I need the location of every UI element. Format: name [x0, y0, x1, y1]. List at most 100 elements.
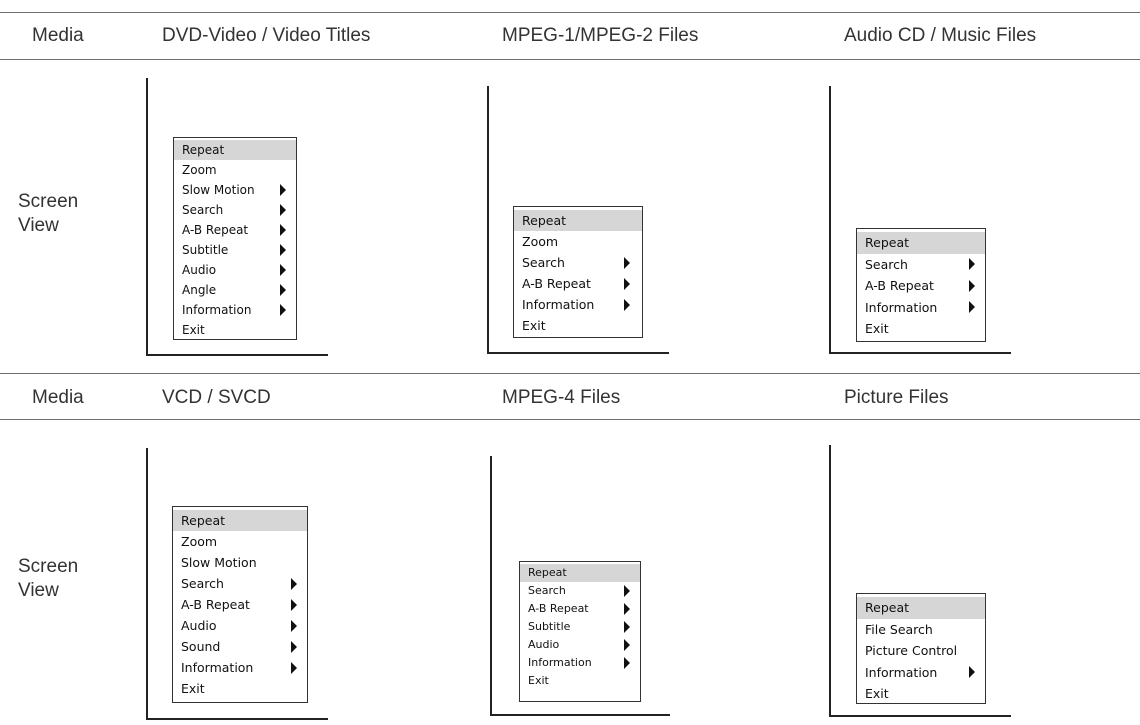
submenu-arrow-icon: [969, 258, 975, 271]
menu-item-slow-motion[interactable]: Slow Motion: [174, 180, 296, 200]
menu-item-label: A-B Repeat: [181, 597, 250, 612]
menu-item-label: Slow Motion: [182, 183, 255, 197]
menu-item-audio[interactable]: Audio: [174, 260, 296, 280]
menu-item-information[interactable]: Information: [174, 300, 296, 320]
menu-item-repeat[interactable]: Repeat: [514, 210, 642, 231]
menu-item-label: Subtitle: [528, 620, 571, 633]
menu-item-label: Search: [528, 584, 566, 597]
menu-item-label: Zoom: [181, 534, 218, 549]
menu-item-label: Angle: [182, 283, 217, 297]
menu-item-audio[interactable]: Audio: [173, 615, 307, 636]
submenu-arrow-icon: [969, 279, 975, 292]
screen-view-text: Screen View: [18, 191, 79, 236]
menu-item-angle[interactable]: Angle: [174, 280, 296, 300]
osd-menu-audio-cd: Repeat Search A-B Repeat Information Exit: [856, 228, 986, 342]
menu-item-search[interactable]: Search: [514, 252, 642, 273]
menu-item-subtitle[interactable]: Subtitle: [520, 618, 640, 636]
menu-item-subtitle[interactable]: Subtitle: [174, 240, 296, 260]
menu-item-label: Slow Motion: [181, 555, 257, 570]
menu-item-repeat[interactable]: Repeat: [174, 140, 296, 160]
menu-item-search[interactable]: Search: [174, 200, 296, 220]
screen-view-label: Screen View: [18, 190, 108, 238]
submenu-arrow-icon: [291, 577, 297, 590]
submenu-arrow-icon: [280, 264, 286, 276]
menu-item-a-b-repeat[interactable]: A-B Repeat: [174, 220, 296, 240]
submenu-arrow-icon: [291, 598, 297, 611]
submenu-arrow-icon: [280, 224, 286, 236]
menu-item-slow-motion[interactable]: Slow Motion: [173, 552, 307, 573]
menu-item-label: Audio: [528, 638, 560, 651]
menu-item-information[interactable]: Information: [173, 657, 307, 678]
menu-item-repeat[interactable]: Repeat: [857, 597, 985, 619]
submenu-arrow-icon: [291, 619, 297, 632]
menu-item-zoom[interactable]: Zoom: [174, 160, 296, 180]
menu-item-information[interactable]: Information: [514, 294, 642, 315]
menu-item-label: Repeat: [528, 566, 567, 579]
menu-item-information[interactable]: Information: [857, 297, 985, 319]
submenu-arrow-icon: [624, 621, 630, 633]
submenu-arrow-icon: [280, 244, 286, 256]
menu-item-repeat[interactable]: Repeat: [173, 510, 307, 531]
submenu-arrow-icon: [969, 666, 975, 679]
menu-item-exit[interactable]: Exit: [173, 678, 307, 699]
menu-item-exit[interactable]: Exit: [174, 320, 296, 340]
submenu-arrow-icon: [624, 256, 630, 269]
submenu-arrow-icon: [624, 585, 630, 597]
menu-item-repeat[interactable]: Repeat: [857, 232, 985, 254]
menu-item-label: Exit: [522, 318, 546, 333]
osd-menu-dvd: Repeat Zoom Slow Motion Search A-B Repeat Sub…: [173, 137, 297, 340]
menu-item-zoom[interactable]: Zoom: [173, 531, 307, 552]
menu-item-exit[interactable]: Exit: [514, 315, 642, 336]
media-label: Media: [32, 25, 84, 46]
menu-item-a-b-repeat[interactable]: A-B Repeat: [857, 275, 985, 297]
menu-item-repeat[interactable]: Repeat: [520, 564, 640, 582]
submenu-arrow-icon: [280, 284, 286, 296]
menu-item-exit[interactable]: Exit: [857, 683, 985, 705]
menu-item-label: Repeat: [865, 600, 910, 615]
menu-item-label: Audio: [181, 618, 217, 633]
menu-item-label: Exit: [181, 681, 205, 696]
menu-item-search[interactable]: Search: [857, 254, 985, 276]
column-header-mpeg4: MPEG-4 Files: [502, 387, 621, 408]
menu-item-label: A-B Repeat: [182, 223, 249, 237]
screen-view-label: Screen View: [18, 555, 108, 603]
menu-item-label: Picture Control: [865, 643, 958, 658]
menu-item-label: Audio: [182, 263, 217, 277]
osd-menu-vcd: Repeat Zoom Slow Motion Search A-B Repeat Aud…: [172, 506, 308, 703]
menu-item-label: Information: [181, 660, 254, 675]
submenu-arrow-icon: [280, 184, 286, 196]
menu-item-a-b-repeat[interactable]: A-B Repeat: [173, 594, 307, 615]
column-header-mpeg12: MPEG-1/MPEG-2 Files: [502, 25, 699, 46]
submenu-arrow-icon: [280, 204, 286, 216]
menu-item-picture-control[interactable]: Picture Control: [857, 640, 985, 662]
top-rule: [0, 12, 1140, 13]
submenu-arrow-icon: [624, 657, 630, 669]
menu-item-information[interactable]: Information: [857, 662, 985, 684]
menu-item-label: Search: [182, 203, 224, 217]
menu-item-search[interactable]: Search: [520, 582, 640, 600]
submenu-arrow-icon: [291, 640, 297, 653]
menu-item-label: Repeat: [181, 513, 226, 528]
submenu-arrow-icon: [280, 304, 286, 316]
menu-item-a-b-repeat[interactable]: A-B Repeat: [514, 273, 642, 294]
menu-item-label: Information: [182, 303, 252, 317]
menu-item-zoom[interactable]: Zoom: [514, 231, 642, 252]
menu-item-label: Information: [865, 664, 938, 680]
menu-item-label: Exit: [182, 323, 205, 337]
menu-item-information[interactable]: Information: [520, 654, 640, 672]
menu-item-sound[interactable]: Sound: [173, 636, 307, 657]
menu-item-search[interactable]: Search: [173, 573, 307, 594]
menu-item-a-b-repeat[interactable]: A-B Repeat: [520, 600, 640, 618]
menu-item-label: Search: [865, 256, 908, 272]
menu-item-file-search[interactable]: File Search: [857, 619, 985, 641]
menu-item-audio[interactable]: Audio: [520, 636, 640, 654]
menu-item-label: File Search: [865, 621, 933, 637]
column-header-audio-cd: Audio CD / Music Files: [844, 25, 1037, 46]
submenu-arrow-icon: [624, 298, 630, 311]
menu-item-exit[interactable]: Exit: [520, 672, 640, 690]
menu-item-label: Repeat: [865, 235, 910, 250]
menu-item-exit[interactable]: Exit: [857, 318, 985, 340]
header-rule-1: [0, 59, 1140, 60]
submenu-arrow-icon: [624, 277, 630, 290]
menu-item-label: A-B Repeat: [528, 602, 589, 615]
